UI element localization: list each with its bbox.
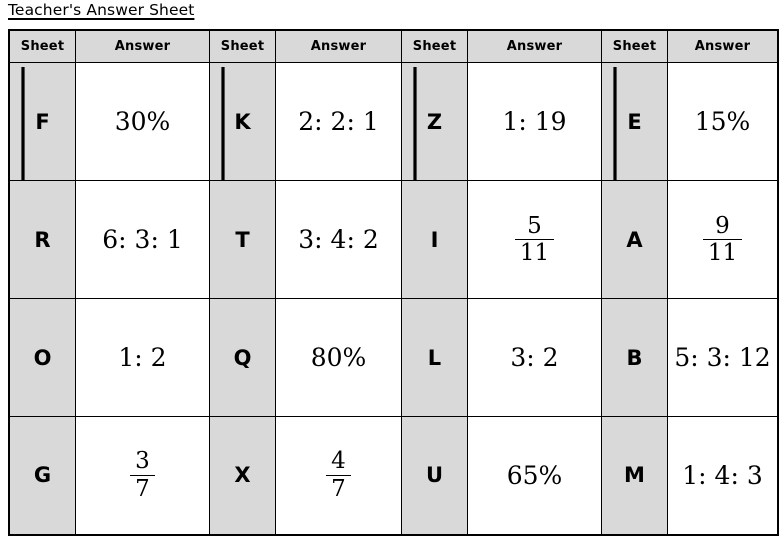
table-row: G 3 7 X 4 7 U 65% M 1: 4: 3 xyxy=(8,416,779,535)
sheet-label: E xyxy=(627,109,642,134)
fraction-value: 5 11 xyxy=(514,212,555,266)
sheet-cell: B xyxy=(601,298,668,417)
fraction-value: 37 xyxy=(130,449,155,501)
sheet-cell: G xyxy=(8,416,76,535)
table-row: O 1: 2 Q 80% L 3: 2 B 5: 3: 12 xyxy=(8,298,779,417)
sheet-cell: T xyxy=(209,180,276,299)
sheet-cell: E xyxy=(601,62,668,198)
table-row: F 30% K 2: 2: 1 Z 1: 19 E 15% xyxy=(8,62,779,198)
sheet-label: R xyxy=(34,227,51,252)
sheet-label: Z xyxy=(426,109,443,134)
fraction-numerator: 4 xyxy=(331,448,346,475)
sheet-cell: Q xyxy=(209,298,276,417)
column-header-answer-2: Answer xyxy=(275,29,402,63)
table-body: F 30% K 2: 2: 1 Z 1: 19 E 15% R 6: 3: 1 T 3: 4: 2 I 5… xyxy=(8,62,779,535)
sheet-label: B xyxy=(626,345,643,370)
column-header-answer-1: Answer xyxy=(75,29,210,63)
sheet-label: X xyxy=(234,463,251,488)
answer-cell: 80% xyxy=(275,298,402,417)
answer-value: 3: 2 xyxy=(510,343,559,372)
answer-value: 15% xyxy=(694,107,751,136)
answer-cell: 15% xyxy=(667,62,779,181)
column-header-sheet-2: Sheet xyxy=(209,29,276,63)
answer-value: 80% xyxy=(310,343,367,372)
down-arrow-annotation xyxy=(17,67,33,198)
answer-cell: 65% xyxy=(467,416,602,535)
fraction-numerator: 9 xyxy=(715,212,730,239)
answer-sheet-table: Sheet Answer Sheet Answer Sheet Answer S… xyxy=(8,29,779,536)
fraction-denominator: 7 xyxy=(326,474,351,501)
answer-cell: 3: 4: 2 xyxy=(275,180,402,299)
answer-cell: 3: 2 xyxy=(467,298,602,417)
sheet-label: O xyxy=(33,345,52,370)
sheet-cell: K xyxy=(209,62,276,198)
answer-cell: 1: 19 xyxy=(467,62,602,181)
answer-cell: 1: 4: 3 xyxy=(667,416,779,535)
answer-cell: 2: 2: 1 xyxy=(275,62,402,181)
sheet-label: Q xyxy=(233,345,252,370)
answer-value: 30% xyxy=(114,107,171,136)
fraction-numerator: 3 xyxy=(135,448,150,475)
sheet-label: K xyxy=(234,109,251,134)
sheet-cell: O xyxy=(8,298,76,417)
table-header: Sheet Answer Sheet Answer Sheet Answer S… xyxy=(8,29,779,63)
fraction-denominator: 11 xyxy=(702,239,743,265)
answer-cell: 1: 2 xyxy=(75,298,210,417)
fraction-denominator: 11 xyxy=(514,239,555,265)
answer-value: 65% xyxy=(506,460,563,490)
fraction-value: 9 11 xyxy=(702,212,743,266)
answer-value: 2: 2: 1 xyxy=(298,107,379,136)
sheet-label: I xyxy=(430,227,439,252)
sheet-label: G xyxy=(33,463,52,488)
sheet-cell: I xyxy=(401,180,468,299)
answer-cell: 6: 3: 1 xyxy=(75,180,210,299)
sheet-cell: R xyxy=(8,180,76,299)
table-header-row: Sheet Answer Sheet Answer Sheet Answer S… xyxy=(8,29,779,63)
column-header-sheet-3: Sheet xyxy=(401,29,468,63)
answer-cell: 9 11 xyxy=(667,180,779,299)
sheet-label: F xyxy=(35,109,50,134)
sheet-cell: U xyxy=(401,416,468,535)
fraction-numerator: 5 xyxy=(527,212,542,239)
down-arrow-annotation xyxy=(409,67,425,198)
answer-value: 5: 3: 12 xyxy=(674,343,771,372)
answer-value: 1: 4: 3 xyxy=(682,460,763,490)
answer-value: 3: 4: 2 xyxy=(298,225,379,254)
sheet-label: M xyxy=(624,463,645,488)
table-row: R 6: 3: 1 T 3: 4: 2 I 5 11 A 9 11 xyxy=(8,180,779,299)
answer-sheet-table-container: Sheet Answer Sheet Answer Sheet Answer S… xyxy=(8,29,779,536)
answer-cell: 47 xyxy=(275,416,402,535)
down-arrow-annotation xyxy=(609,67,625,198)
sheet-cell: F xyxy=(8,62,76,198)
sheet-label: T xyxy=(235,227,250,252)
answer-value: 1: 19 xyxy=(502,107,567,136)
sheet-cell: L xyxy=(401,298,468,417)
column-header-answer-3: Answer xyxy=(467,29,602,63)
sheet-label: U xyxy=(425,463,444,488)
sheet-label: L xyxy=(427,345,442,370)
answer-value: 6: 3: 1 xyxy=(102,225,183,254)
column-header-answer-4: Answer xyxy=(667,29,779,63)
sheet-cell: A xyxy=(601,180,668,299)
fraction-denominator: 7 xyxy=(130,474,155,501)
column-header-sheet-1: Sheet xyxy=(8,29,76,63)
answer-cell: 30% xyxy=(75,62,210,181)
sheet-cell: X xyxy=(209,416,276,535)
page-title: Teacher's Answer Sheet xyxy=(8,1,195,19)
answer-cell: 37 xyxy=(75,416,210,535)
answer-value: 1: 2 xyxy=(118,343,167,372)
sheet-cell: M xyxy=(601,416,668,535)
answer-cell: 5 11 xyxy=(467,180,602,299)
down-arrow-annotation xyxy=(217,67,233,198)
column-header-sheet-4: Sheet xyxy=(601,29,668,63)
answer-cell: 5: 3: 12 xyxy=(667,298,779,417)
sheet-cell: Z xyxy=(401,62,468,198)
sheet-label: A xyxy=(626,227,643,252)
fraction-value: 47 xyxy=(326,449,351,501)
